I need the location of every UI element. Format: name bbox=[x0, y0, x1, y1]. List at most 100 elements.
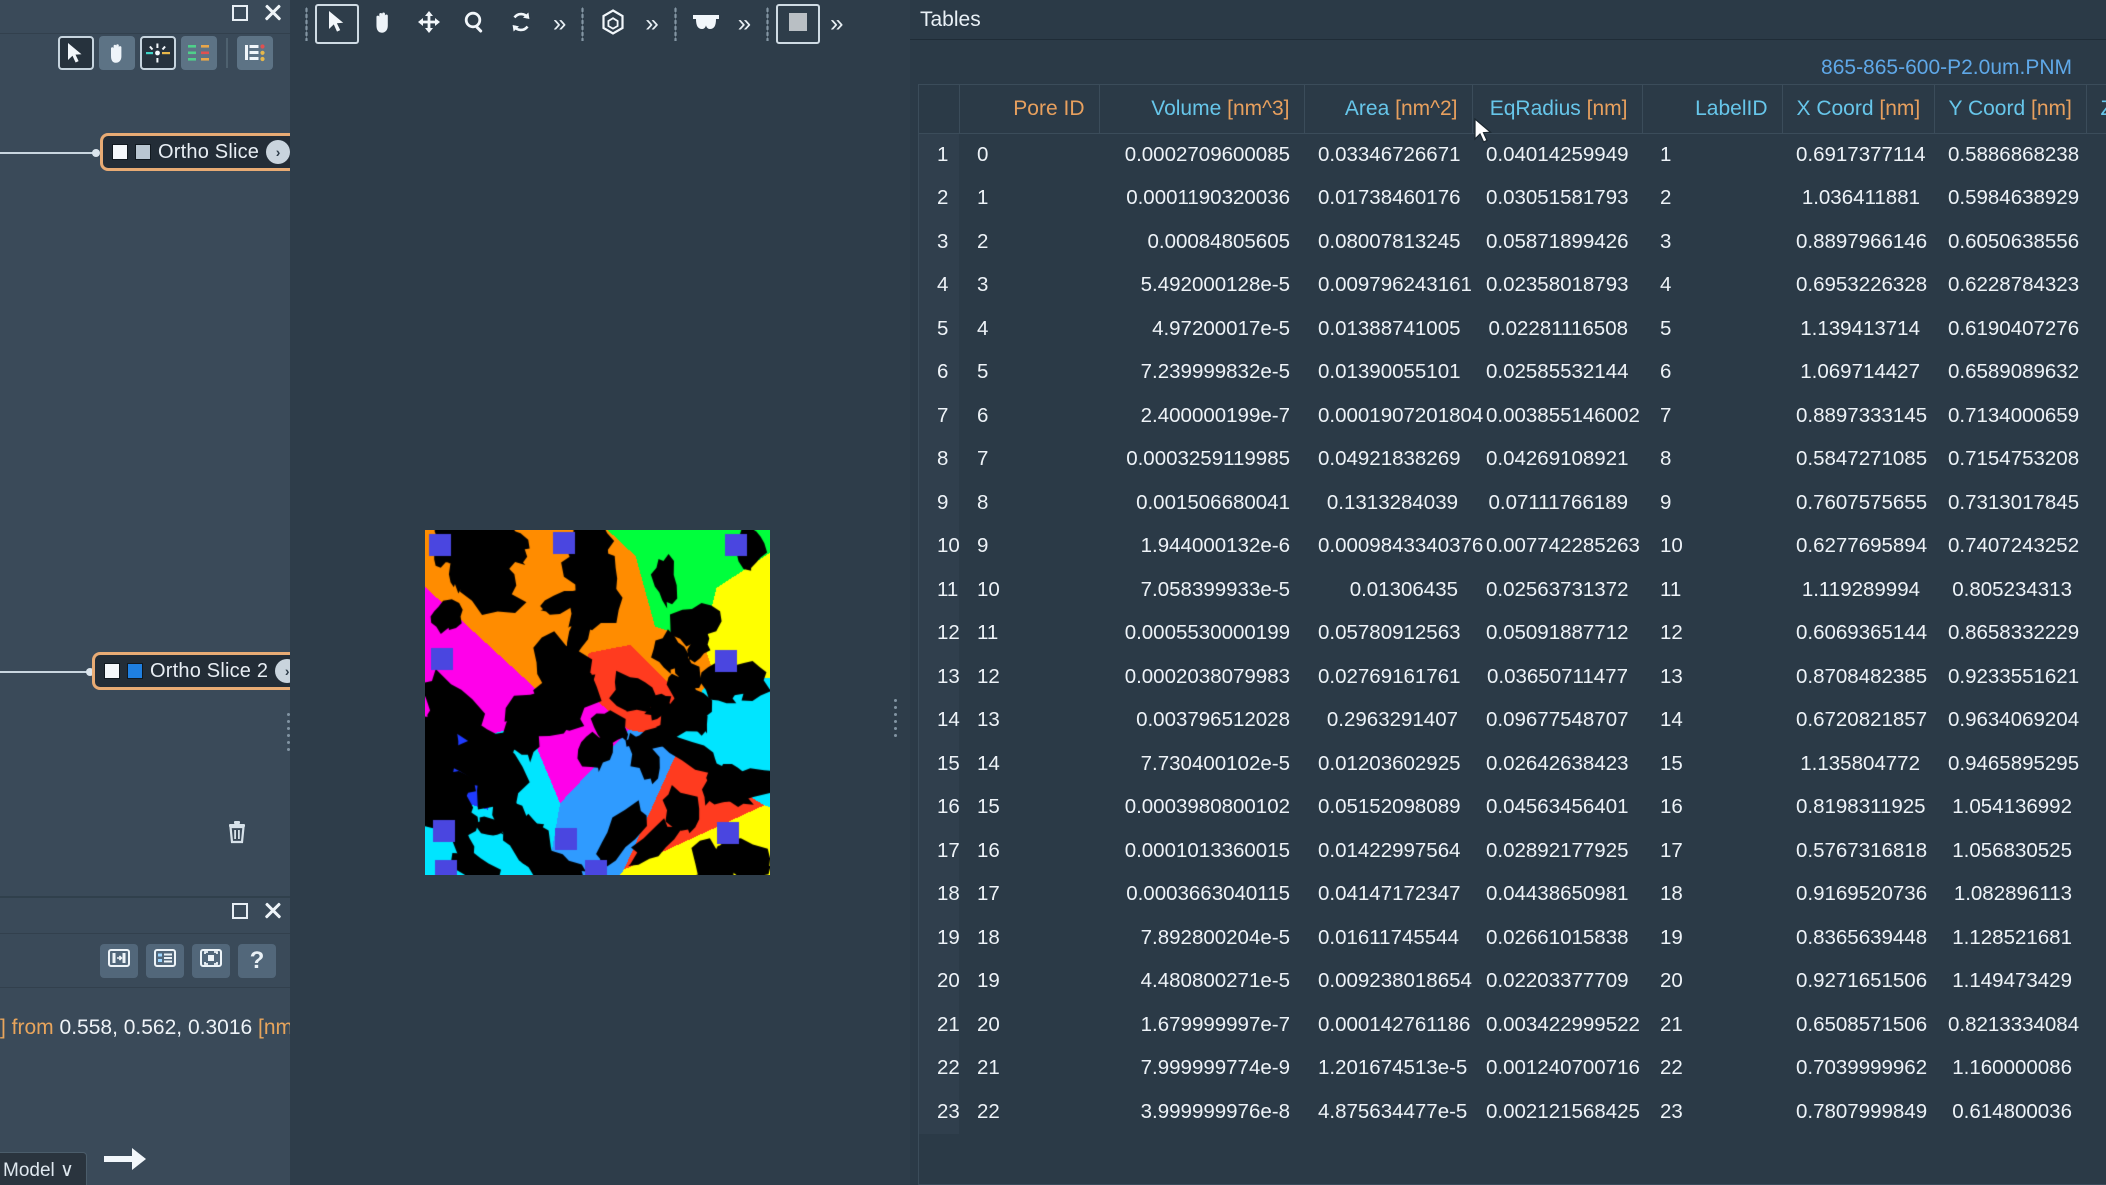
ortho-slice-label-image[interactable] bbox=[425, 530, 770, 875]
node-visibility-checkbox[interactable] bbox=[104, 663, 120, 679]
pan-hand-tool[interactable] bbox=[99, 36, 135, 70]
viewport-overflow-3[interactable]: » bbox=[730, 10, 759, 38]
model-dropdown[interactable]: Model ∨ bbox=[0, 1152, 87, 1185]
table-row[interactable]: 6 5 7.239999832e-5 0.01390055101 0.025855321… bbox=[919, 350, 2106, 395]
cell-eqradius: 0.04014259949 bbox=[1486, 143, 1629, 166]
table-row[interactable]: 18 17 0.0003663040115 0.04147172347 0.044386… bbox=[919, 872, 2106, 916]
table-row[interactable]: 20 19 4.480800271e-5 0.009238018654 0.022033… bbox=[919, 959, 2106, 1003]
table-row[interactable]: 10 9 1.944000132e-6 0.0009843340376 0.007742… bbox=[919, 524, 2106, 569]
column-header-area[interactable]: Area [nm^2] bbox=[1304, 85, 1473, 134]
maximize-icon[interactable] bbox=[232, 5, 248, 21]
cell-z-coord: 0.3101162 bbox=[2086, 351, 2106, 395]
node-visibility-checkbox[interactable] bbox=[112, 144, 128, 160]
table-row[interactable]: 2 1 0.0001190320036 0.01738460176 0.03051581… bbox=[919, 176, 2106, 220]
node-expand-icon[interactable]: › bbox=[275, 659, 290, 683]
table-row[interactable]: 11 10 7.058399933e-5 0.01306435 0.0256373137… bbox=[919, 568, 2106, 612]
viewport-background-color[interactable] bbox=[776, 4, 821, 44]
close-icon[interactable] bbox=[262, 2, 284, 24]
cell-eqradius: 0.09677548707 bbox=[1486, 708, 1629, 732]
column-header-pore-id[interactable]: Pore ID bbox=[959, 85, 1100, 134]
node-data-checkbox[interactable] bbox=[135, 144, 151, 160]
fit-box-icon bbox=[200, 947, 222, 975]
snap-tool[interactable] bbox=[140, 36, 176, 70]
table-row[interactable]: 3 2 0.00084805605 0.08007813245 0.0587189942… bbox=[919, 220, 2106, 264]
viewport-orientation-cube[interactable] bbox=[591, 4, 635, 44]
node-label: Ortho Slice 2 bbox=[150, 659, 269, 682]
viewport-overflow-2[interactable]: » bbox=[637, 10, 666, 38]
viewport-select-tool[interactable] bbox=[315, 4, 359, 44]
column-header-labelid[interactable]: LabelID bbox=[1642, 85, 1783, 134]
cell-eqradius: 0.02281116508 bbox=[1488, 316, 1628, 340]
viewport-overflow-4[interactable]: » bbox=[822, 10, 851, 38]
table-row[interactable]: 4 3 5.492000128e-5 0.009796243161 0.02358018… bbox=[919, 263, 2106, 307]
column-header-eqradius[interactable]: EqRadius [nm] bbox=[1472, 85, 1643, 134]
table-row[interactable]: 23 22 3.999999976e-8 4.875634477e-5 0.002121… bbox=[919, 1090, 2106, 1134]
table-row[interactable]: 17 16 0.0001013360015 0.01422997564 0.028921… bbox=[919, 829, 2106, 873]
column-label: Area bbox=[1344, 96, 1390, 120]
viewport-splitter-handle[interactable] bbox=[890, 688, 900, 748]
row-number-cell: 3 bbox=[919, 220, 959, 264]
cell-y-coord: 0.7313017845 bbox=[1948, 490, 2080, 514]
fit-range-button[interactable] bbox=[100, 943, 138, 978]
column-header-x-coord[interactable]: X Coord [nm] bbox=[1782, 85, 1935, 134]
table-row[interactable]: 15 14 7.730400102e-5 0.01203602925 0.0264263… bbox=[919, 742, 2106, 786]
table-row[interactable]: 16 15 0.0003980800102 0.05152098089 0.045634… bbox=[919, 785, 2106, 829]
node-graph-canvas[interactable]: Ortho Slice › Ortho Slice 2 › bbox=[0, 72, 290, 896]
table-row[interactable]: 21 20 1.679999997e-7 0.000142761186 0.003422… bbox=[919, 1003, 2106, 1047]
column-header-volume[interactable]: Volume [nm^3] bbox=[1099, 85, 1305, 134]
tab-tables[interactable]: Tables bbox=[920, 8, 981, 32]
table-view-button[interactable] bbox=[146, 943, 184, 978]
cell-x-coord: 1.135804772 bbox=[1800, 751, 1920, 775]
node-ortho-slice[interactable]: Ortho Slice › bbox=[100, 133, 290, 171]
help-button[interactable]: ? bbox=[238, 943, 276, 978]
table-row[interactable]: 22 21 7.999999774e-9 1.201674513e-5 0.001240… bbox=[919, 1046, 2106, 1090]
cell-pore-id: 10 bbox=[977, 577, 1000, 601]
close-icon[interactable] bbox=[262, 900, 284, 922]
cell-volume: 3.999999976e-8 bbox=[1140, 1099, 1290, 1123]
cell-area: 0.02769161761 bbox=[1318, 664, 1461, 688]
table-row[interactable]: 14 13 0.003796512028 0.2963291407 0.09677548… bbox=[919, 698, 2106, 742]
table-row[interactable]: 7 6 2.400000199e-7 0.0001907201804 0.0038551… bbox=[919, 394, 2106, 438]
table-row[interactable]: 8 7 0.0003259119985 0.04921838269 0.04269108… bbox=[919, 437, 2106, 481]
properties-list-tool[interactable] bbox=[237, 36, 273, 70]
fit-window-button[interactable] bbox=[192, 943, 230, 978]
table-row[interactable]: 1 0 0.0002709600085 0.03346726671 0.04014259… bbox=[919, 133, 2106, 177]
viewport-overflow-1[interactable]: » bbox=[545, 10, 574, 38]
table-row[interactable]: 12 11 0.0005530000199 0.05780912563 0.050918… bbox=[919, 611, 2106, 655]
table-row[interactable]: 9 8 0.001506680041 0.1313284039 0.0711176618… bbox=[919, 481, 2106, 525]
cell-eqradius: 0.02358018793 bbox=[1486, 273, 1629, 297]
column-header-y-coord[interactable]: Y Coord [nm] bbox=[1934, 85, 2087, 134]
table-scroll-region[interactable]: Pore ID Volume [nm^3] Area [nm^2] EqRadi… bbox=[918, 84, 2106, 1185]
move-cross-icon bbox=[417, 10, 441, 39]
cell-pore-id: 14 bbox=[977, 751, 1000, 775]
pnm-file-name[interactable]: 865-865-600-P2.0um.PNM bbox=[1821, 56, 2072, 80]
node-expand-icon[interactable]: › bbox=[266, 140, 290, 164]
cell-z-coord: 0.3058683 bbox=[2086, 525, 2106, 569]
viewport-move-tool[interactable] bbox=[407, 4, 451, 44]
viewport-stereo-glasses[interactable] bbox=[684, 4, 728, 44]
hand-icon bbox=[371, 10, 395, 39]
node-data-checkbox[interactable] bbox=[127, 663, 143, 679]
panel-splitter-handle[interactable] bbox=[283, 702, 290, 762]
viewport-3d-canvas[interactable] bbox=[290, 48, 900, 1185]
viewport-pan-tool[interactable] bbox=[361, 4, 405, 44]
column-label: X Coord bbox=[1796, 96, 1874, 120]
cell-y-coord: 0.7407243252 bbox=[1948, 534, 2080, 558]
viewport-rotate-tool[interactable] bbox=[499, 4, 543, 44]
maximize-icon[interactable] bbox=[232, 903, 248, 919]
cell-pore-id: 4 bbox=[977, 316, 989, 340]
project-panel-titlebar bbox=[0, 0, 290, 34]
cell-area: 0.01390055101 bbox=[1318, 360, 1461, 384]
cell-eqradius: 0.07111766189 bbox=[1488, 490, 1628, 514]
cell-y-coord: 0.6190407276 bbox=[1948, 316, 2080, 340]
column-header-z-coord[interactable]: Z Coord [nm] bbox=[2086, 85, 2106, 134]
table-row[interactable]: 13 12 0.0002038079983 0.02769161761 0.036507… bbox=[919, 655, 2106, 699]
table-row[interactable]: 19 18 7.892800204e-5 0.01611745544 0.0266101… bbox=[919, 916, 2106, 960]
delete-trash-icon[interactable] bbox=[222, 816, 252, 851]
select-arrow-tool[interactable] bbox=[58, 36, 94, 70]
connection-editor-tool[interactable] bbox=[181, 36, 217, 70]
node-ortho-slice-2[interactable]: Ortho Slice 2 › bbox=[92, 652, 290, 690]
table-row[interactable]: 5 4 4.97200017e-5 0.01388741005 0.0228111650… bbox=[919, 307, 2106, 351]
viewport-zoom-tool[interactable] bbox=[453, 4, 497, 44]
cell-volume: 1.944000132e-6 bbox=[1140, 534, 1290, 558]
